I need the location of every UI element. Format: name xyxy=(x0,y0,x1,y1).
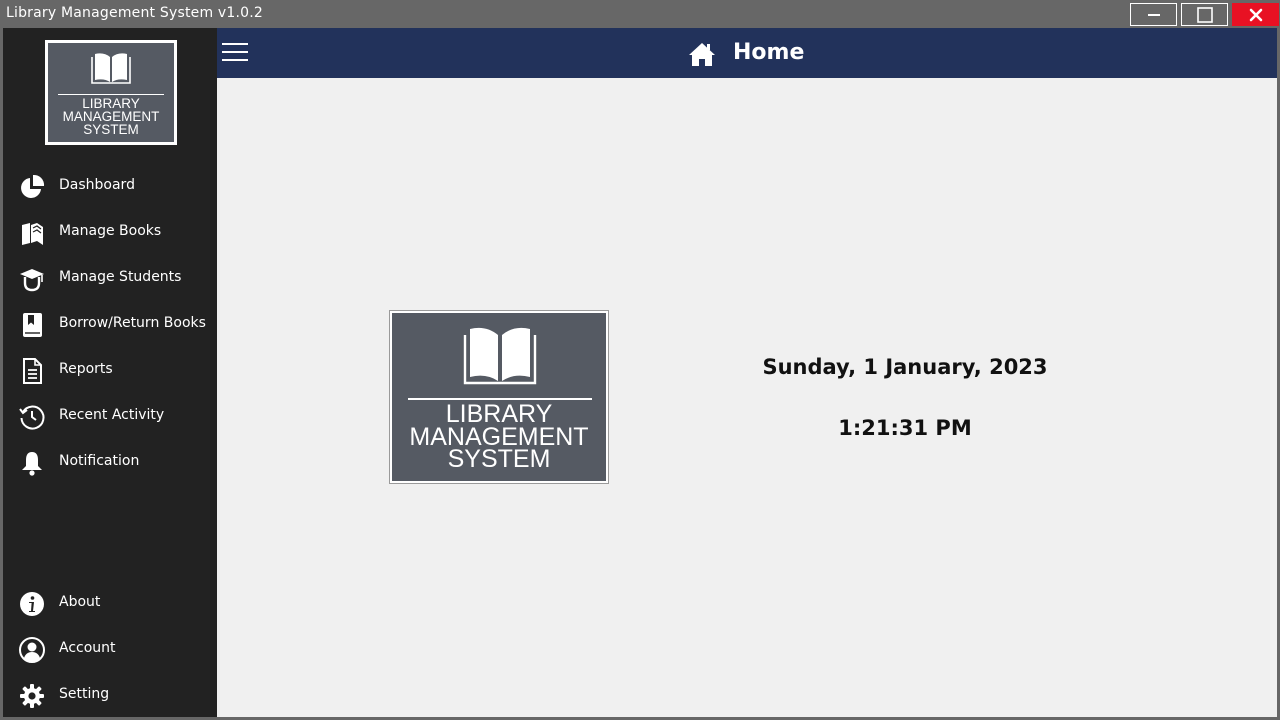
sidebar-item-setting[interactable]: Setting xyxy=(3,675,217,715)
window-title: Library Management System v1.0.2 xyxy=(6,5,264,21)
sidebar-item-label: Account xyxy=(59,640,116,656)
sidebar-logo-text: LIBRARY MANAGEMENT SYSTEM xyxy=(48,97,174,137)
current-date: Sunday, 1 January, 2023 xyxy=(762,355,1048,379)
sidebar-item-label: Manage Students xyxy=(59,269,182,285)
minimize-button[interactable] xyxy=(1130,3,1177,26)
logo-line-3: SYSTEM xyxy=(447,445,551,473)
sidebar-item-about[interactable]: About xyxy=(3,583,217,623)
sidebar-item-account[interactable]: Account xyxy=(3,629,217,669)
sidebar-item-label: Reports xyxy=(59,361,113,377)
sidebar-item-label: Borrow/Return Books xyxy=(59,315,206,331)
sidebar-item-label: Notification xyxy=(59,453,140,469)
maximize-button[interactable] xyxy=(1181,3,1228,26)
open-book-icon xyxy=(91,53,131,84)
page-header: Home xyxy=(217,28,1277,78)
sidebar-item-recent-activity[interactable]: Recent Activity xyxy=(3,396,217,436)
user-icon xyxy=(19,637,45,663)
sidebar-item-notification[interactable]: Notification xyxy=(3,442,217,482)
sidebar-item-label: Setting xyxy=(59,686,110,702)
open-book-icon xyxy=(463,327,537,385)
home-icon xyxy=(689,43,715,66)
minimize-icon xyxy=(1147,13,1160,16)
logo-divider xyxy=(58,94,164,95)
books-icon xyxy=(22,223,43,245)
pie-chart-icon xyxy=(21,174,45,198)
bell-icon xyxy=(22,452,42,476)
maximize-icon xyxy=(1196,6,1213,23)
main-logo-panel: LIBRARY MANAGEMENT SYSTEM xyxy=(392,313,606,481)
info-icon xyxy=(20,592,44,616)
sidebar-item-label: Dashboard xyxy=(59,177,135,193)
sidebar-item-label: Recent Activity xyxy=(59,407,165,423)
main-logo: LIBRARY MANAGEMENT SYSTEM xyxy=(389,310,609,484)
gear-icon xyxy=(20,684,44,708)
sidebar-item-borrow-return-books[interactable]: Borrow/Return Books xyxy=(3,304,217,344)
page-title: Home xyxy=(733,40,805,65)
document-icon xyxy=(23,358,42,384)
main-logo-text: LIBRARY MANAGEMENT SYSTEM xyxy=(392,402,606,473)
history-icon xyxy=(19,405,45,430)
close-button[interactable] xyxy=(1232,3,1279,26)
sidebar-item-dashboard[interactable]: Dashboard xyxy=(3,166,217,206)
sidebar-item-reports[interactable]: Reports xyxy=(3,350,217,390)
sidebar-item-label: Manage Books xyxy=(59,223,162,239)
hamburger-menu-button[interactable] xyxy=(222,43,248,63)
sidebar: LIBRARY MANAGEMENT SYSTEM Dashboard Mana… xyxy=(3,28,217,717)
sidebar-item-manage-students[interactable]: Manage Students xyxy=(3,258,217,298)
book-bookmark-icon xyxy=(23,313,42,337)
graduation-cap-icon xyxy=(20,269,44,292)
window-title-bar[interactable]: Library Management System v1.0.2 xyxy=(0,0,1280,28)
sidebar-logo: LIBRARY MANAGEMENT SYSTEM xyxy=(45,40,177,145)
current-time: 1:21:31 PM xyxy=(838,416,972,440)
sidebar-item-label: About xyxy=(59,594,101,610)
logo-line-3: SYSTEM xyxy=(83,122,139,137)
sidebar-item-manage-books[interactable]: Manage Books xyxy=(3,212,217,252)
close-icon xyxy=(1249,8,1262,21)
